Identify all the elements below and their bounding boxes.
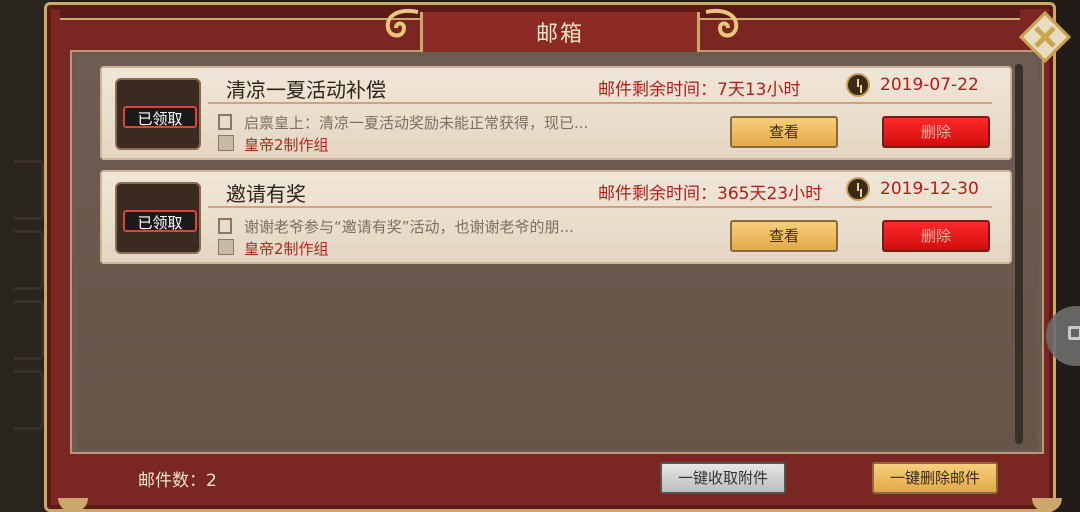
mail-divider: [208, 102, 992, 104]
mail-sender: 皇帝2制作组: [244, 240, 329, 258]
rail-tab: [14, 300, 44, 360]
rail-tab: [14, 370, 44, 430]
window-title: 邮箱: [535, 22, 584, 47]
mail-title: 清凉一夏活动补偿: [226, 78, 386, 102]
left-rail: [0, 0, 50, 512]
mail-remaining-time: 邮件剩余时间：7天13小时: [598, 80, 801, 100]
scroll-ornament-icon: [385, 9, 419, 38]
mail-attachment-icon: 已领取: [115, 78, 201, 150]
rail-tab: [14, 230, 44, 290]
mail-list-scrollbar[interactable]: [1015, 64, 1023, 444]
user-icon: [218, 239, 234, 255]
delete-all-button[interactable]: 一键删除邮件: [872, 462, 998, 494]
user-icon: [218, 135, 234, 151]
claimed-stamp: 已领取: [123, 106, 197, 128]
mail-preview: 谢谢老爷参与“邀请有奖”活动，也谢谢老爷的朋...: [244, 218, 574, 236]
attachment-quantity: 1: [192, 232, 200, 246]
document-icon: [218, 218, 232, 234]
mail-title: 邀请有奖: [226, 182, 306, 206]
mail-remaining-time: 邮件剩余时间：365天23小时: [598, 184, 823, 204]
clock-icon: [846, 73, 870, 97]
view-button[interactable]: 查看: [730, 116, 838, 148]
claim-all-button[interactable]: 一键收取附件: [660, 462, 786, 494]
mail-item[interactable]: 已领取 1 清凉一夏活动补偿 邮件剩余时间：7天13小时 2019-07-22 …: [100, 66, 1012, 160]
mail-date: 2019-12-30: [880, 179, 979, 199]
mail-count: 邮件数：2: [138, 471, 217, 491]
mail-item[interactable]: 已领取 1 邀请有奖 邮件剩余时间：365天23小时 2019-12-30 谢谢…: [100, 170, 1012, 264]
clock-icon: [846, 177, 870, 201]
document-icon: [218, 114, 232, 130]
mail-attachment-icon: 已领取: [115, 182, 201, 254]
scroll-ornament-icon: [705, 9, 739, 38]
close-icon[interactable]: [1016, 8, 1074, 66]
delete-button[interactable]: 删除: [882, 220, 990, 252]
claimed-stamp: 已领取: [123, 210, 197, 232]
mail-preview: 启禀皇上：清凉一夏活动奖励未能正常获得，现已...: [244, 114, 589, 132]
mail-divider: [208, 206, 992, 208]
delete-button[interactable]: 删除: [882, 116, 990, 148]
rail-tab: [14, 160, 44, 220]
view-button[interactable]: 查看: [730, 220, 838, 252]
mail-date: 2019-07-22: [880, 75, 979, 95]
attachment-quantity: 1: [192, 128, 200, 142]
mail-sender: 皇帝2制作组: [244, 136, 329, 154]
scroll-thumb[interactable]: [1015, 64, 1023, 444]
